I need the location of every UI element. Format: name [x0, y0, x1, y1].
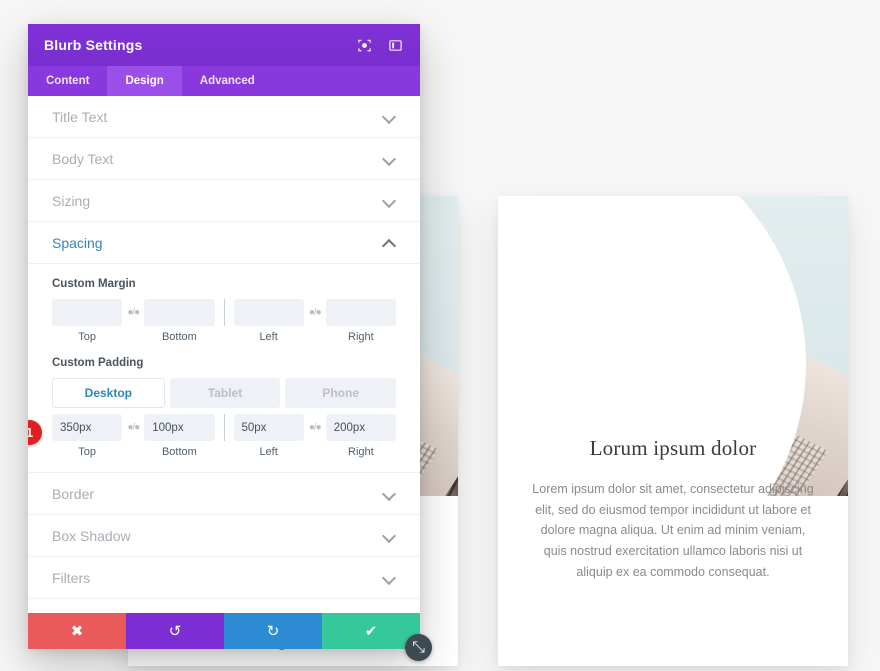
- tab-design[interactable]: Design: [107, 66, 182, 96]
- margin-left-caption: Left: [259, 331, 278, 343]
- chevron-up-icon: [383, 236, 396, 249]
- modal-action-bar: ✖ ↺ ↻ ✔ ⤡: [28, 613, 432, 661]
- section-border-label: Border: [52, 485, 95, 502]
- device-tab-desktop[interactable]: Desktop: [52, 378, 165, 408]
- layout-panel-icon[interactable]: [387, 37, 404, 54]
- custom-padding-label: Custom Padding: [52, 357, 144, 369]
- chevron-down-icon: [383, 152, 396, 165]
- redo-button[interactable]: ↻: [224, 613, 322, 649]
- custom-padding-fields: Top ●/● Bottom Left: [52, 414, 396, 458]
- resize-handle[interactable]: ⤡: [405, 634, 432, 661]
- redo-icon: ↻: [266, 623, 280, 640]
- padding-device-tabs: Desktop Tablet Phone: [52, 378, 397, 408]
- section-filters[interactable]: Filters: [28, 557, 420, 599]
- tab-content[interactable]: Content: [28, 66, 107, 96]
- margin-right-input[interactable]: [325, 299, 396, 326]
- margin-right-caption: Right: [348, 331, 374, 343]
- section-sizing-label: Sizing: [52, 192, 91, 209]
- step-badge-1: 1: [28, 420, 42, 445]
- padding-divider: [223, 414, 225, 441]
- link-margin-left-right-icon[interactable]: ●/●: [304, 299, 326, 326]
- custom-margin-fields: Top ●/● Bottom Left ●/● Right: [52, 299, 396, 343]
- blurb-preview-card-front: Lorum ipsum dolor Lorem ipsum dolor sit …: [498, 196, 848, 666]
- section-spacing[interactable]: Spacing: [28, 222, 420, 264]
- section-filters-label: Filters: [52, 569, 91, 586]
- section-box-shadow-label: Box Shadow: [52, 527, 131, 544]
- chevron-down-icon: [383, 487, 396, 500]
- section-border[interactable]: Border: [28, 473, 420, 515]
- padding-right-caption: Right: [348, 446, 374, 458]
- margin-bottom-input[interactable]: [144, 299, 215, 326]
- modal-title: Blurb Settings: [44, 37, 143, 53]
- header-icon-group: [356, 37, 404, 54]
- section-sizing[interactable]: Sizing: [28, 180, 420, 222]
- section-title-text[interactable]: Title Text: [28, 96, 420, 138]
- padding-bottom-input[interactable]: [144, 414, 215, 441]
- section-animation[interactable]: Animation: [28, 599, 420, 614]
- margin-top-input[interactable]: [52, 299, 123, 326]
- padding-left-input[interactable]: [233, 414, 304, 441]
- margin-bottom-caption: Bottom: [161, 331, 197, 343]
- blurb-title-front: Lorum ipsum dolor: [589, 436, 757, 460]
- margin-top-caption: Top: [78, 331, 96, 343]
- section-body-text[interactable]: Body Text: [28, 138, 420, 180]
- padding-top-input[interactable]: [52, 414, 123, 441]
- link-margin-top-bottom-icon[interactable]: ●/●: [122, 299, 144, 326]
- spacing-section-body: Custom Margin Top ●/● Bottom Left ●/● Ri…: [28, 264, 420, 473]
- section-spacing-label: Spacing: [52, 234, 103, 251]
- chevron-down-icon: [383, 194, 396, 207]
- padding-left-caption: Left: [259, 446, 278, 458]
- chevron-down-icon: [383, 110, 396, 123]
- focus-target-icon[interactable]: [356, 37, 373, 54]
- margin-divider: [223, 299, 225, 326]
- cancel-button[interactable]: ✖: [28, 613, 126, 649]
- link-padding-left-right-icon[interactable]: ●/●: [304, 414, 326, 441]
- custom-margin-label: Custom Margin: [52, 278, 136, 290]
- blurb-settings-modal: Blurb Settings Content Design Advanced T…: [28, 24, 432, 661]
- section-box-shadow[interactable]: Box Shadow: [28, 515, 420, 557]
- padding-right-input[interactable]: [325, 414, 396, 441]
- device-tab-phone[interactable]: Phone: [285, 378, 397, 408]
- modal-tab-bar: Content Design Advanced: [28, 66, 420, 96]
- section-body-text-label: Body Text: [52, 150, 114, 167]
- chevron-down-icon: [383, 571, 396, 584]
- modal-content-scroll: Title Text Body Text Sizing Spacing Cust…: [28, 96, 420, 613]
- chevron-down-icon: [383, 529, 396, 542]
- undo-icon: ↺: [168, 623, 182, 640]
- undo-button[interactable]: ↺: [126, 613, 224, 649]
- resize-arrow-icon: ⤡: [412, 638, 425, 656]
- check-icon: ✔: [364, 623, 378, 640]
- tab-advanced[interactable]: Advanced: [182, 66, 273, 96]
- modal-header: Blurb Settings: [28, 24, 420, 66]
- device-tab-tablet[interactable]: Tablet: [169, 378, 281, 408]
- close-icon: ✖: [70, 623, 84, 640]
- link-padding-top-bottom-icon[interactable]: ●/●: [122, 414, 144, 441]
- blurb-text-front: Lorem ipsum dolor sit amet, consectetur …: [532, 482, 814, 579]
- section-title-text-label: Title Text: [52, 108, 108, 125]
- padding-bottom-caption: Bottom: [161, 446, 197, 458]
- margin-left-input[interactable]: [233, 299, 304, 326]
- padding-top-caption: Top: [78, 446, 96, 458]
